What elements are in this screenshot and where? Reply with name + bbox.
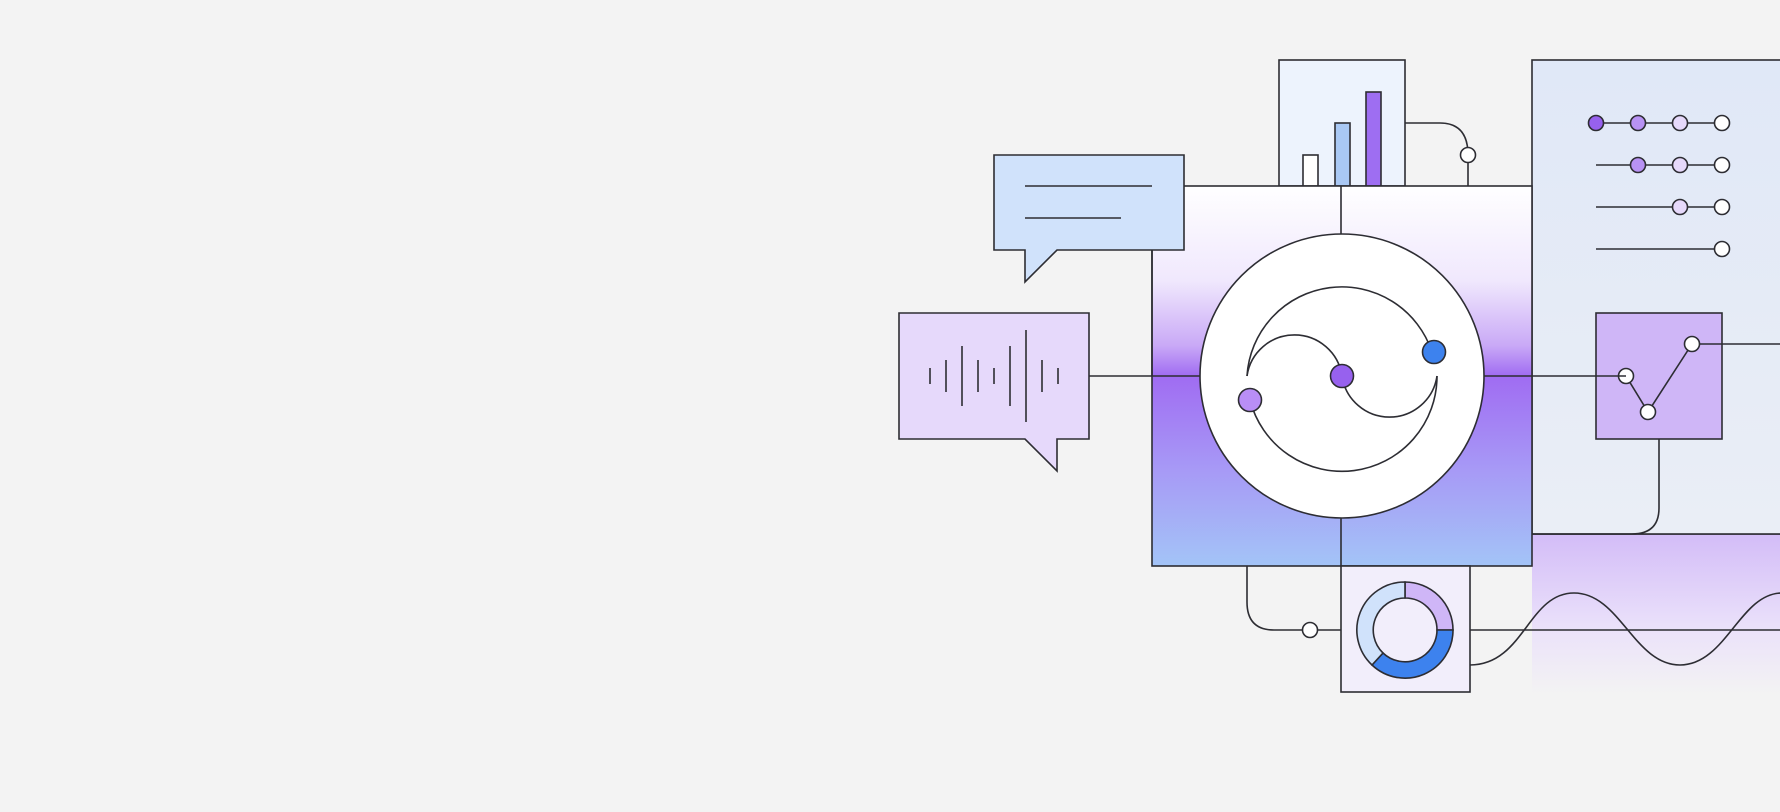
slider-knob — [1629, 156, 1647, 174]
bar — [1334, 122, 1351, 187]
slider-knob — [1671, 198, 1689, 216]
slider-knob — [1713, 240, 1731, 258]
slider-knob — [1587, 114, 1605, 132]
connector-node — [1459, 146, 1477, 164]
slider-knob — [1671, 114, 1689, 132]
slider-knob — [1671, 156, 1689, 174]
bar — [1365, 91, 1382, 187]
connector-node — [1301, 621, 1319, 639]
slider-knob — [1713, 114, 1731, 132]
bar — [1302, 154, 1319, 187]
slider-knob — [1713, 198, 1731, 216]
settings-panel — [1531, 59, 1780, 535]
slider-knob — [1713, 156, 1731, 174]
bar-chart-icon — [1278, 59, 1406, 187]
purple-band — [1532, 534, 1780, 694]
voice-waveform-icon — [898, 312, 1090, 473]
slider-knob — [1629, 114, 1647, 132]
ai-infrastructure-illustration — [898, 59, 1780, 694]
donut-chart-icon — [1340, 565, 1471, 693]
